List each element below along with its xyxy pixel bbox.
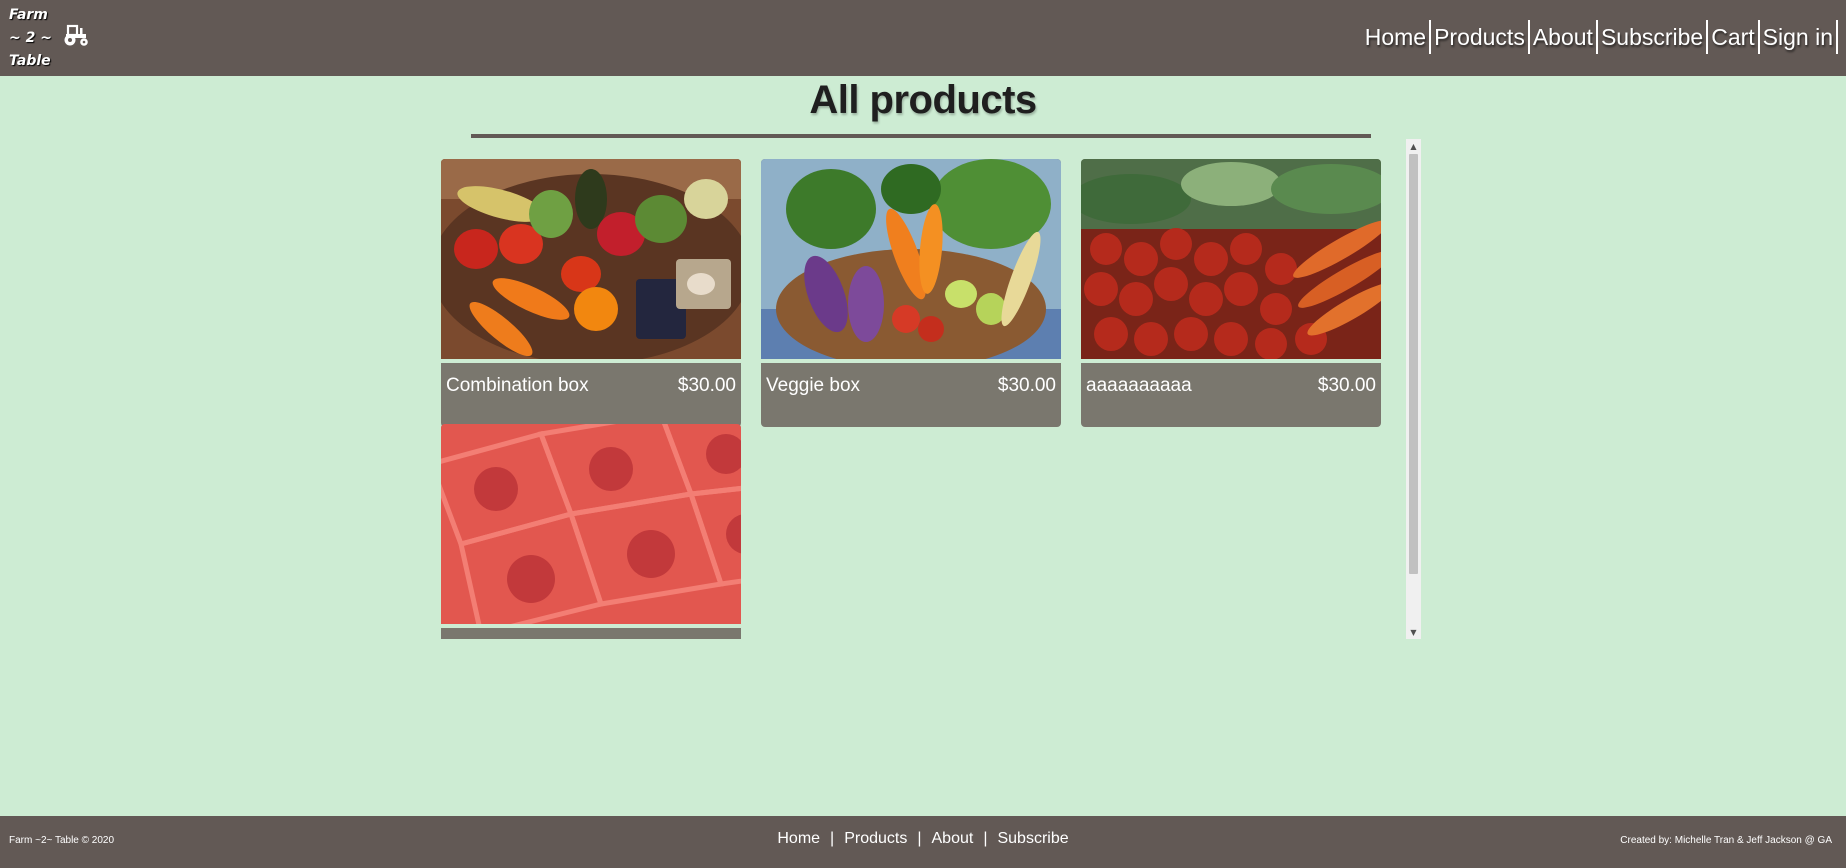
product-image-tomatoes [1081, 159, 1381, 359]
nav-subscribe[interactable]: Subscribe [1598, 20, 1709, 54]
product-info [441, 628, 741, 639]
product-price: $30.00 [997, 374, 1056, 396]
product-info: aaaaaaaaaa $30.00 [1081, 363, 1381, 408]
site-footer: Farm ~2~ Table © 2020 Home | Products | Abou… [0, 816, 1846, 868]
logo-line-1: Farm [9, 7, 48, 23]
footer-link-subscribe[interactable]: Subscribe [997, 830, 1068, 847]
product-price: $30.00 [1317, 374, 1376, 396]
tractor-icon [64, 24, 88, 46]
nav-about[interactable]: About [1530, 20, 1598, 54]
product-card-combination-box[interactable]: Combination box $30.00 [441, 159, 741, 427]
product-name: Combination box [446, 374, 589, 396]
footer-link-about[interactable]: About [932, 830, 974, 847]
product-info: Combination box $30.00 [441, 363, 741, 408]
footer-nav: Home | Products | About | Subscribe [777, 830, 1069, 847]
nav-cart[interactable]: Cart [1708, 20, 1760, 54]
title-divider [471, 134, 1371, 138]
product-grid[interactable]: Combination box $30.00 Veggie box $30.00 [441, 139, 1421, 639]
product-card-aaaaaaaaaa[interactable]: aaaaaaaaaa $30.00 [1081, 159, 1381, 427]
product-image-combination [441, 159, 741, 359]
product-image-veggie [761, 159, 1061, 359]
logo-line-2: ~ 2 ~ [9, 30, 52, 46]
product-grid-scrollbar[interactable]: ▲ ▼ [1406, 139, 1421, 639]
nav-sign-in[interactable]: Sign in [1760, 20, 1838, 54]
scrollbar-thumb[interactable] [1409, 154, 1418, 574]
page-title: All products [809, 78, 1037, 122]
scroll-down-arrow-icon[interactable]: ▼ [1406, 625, 1421, 639]
logo-line-3: Table [9, 53, 51, 69]
site-header: Farm ~ 2 ~ Table Home Products About Sub… [0, 0, 1846, 76]
footer-link-home[interactable]: Home [777, 830, 820, 847]
nav-products[interactable]: Products [1431, 20, 1530, 54]
product-name: Veggie box [766, 374, 861, 396]
footer-link-products[interactable]: Products [844, 830, 907, 847]
scroll-up-arrow-icon[interactable]: ▲ [1406, 139, 1421, 153]
product-image-raspberries [441, 424, 741, 624]
main-nav: Home Products About Subscribe Cart Sign … [1362, 20, 1838, 54]
product-name: aaaaaaaaaa [1086, 374, 1192, 396]
nav-home[interactable]: Home [1362, 20, 1432, 54]
site-logo[interactable]: Farm ~ 2 ~ Table [9, 4, 69, 73]
product-card-veggie-box[interactable]: Veggie box $30.00 [761, 159, 1061, 427]
product-card-raspberries[interactable] [441, 424, 741, 639]
product-price: $30.00 [677, 374, 736, 396]
footer-credit: Created by: Michelle Tran & Jeff Jackson… [1620, 835, 1832, 846]
product-info: Veggie box $30.00 [761, 363, 1061, 408]
